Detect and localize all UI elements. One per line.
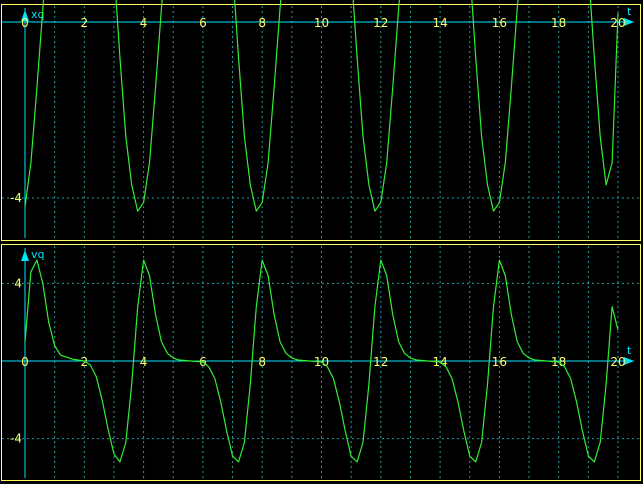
x-tick-label: 4 bbox=[140, 355, 148, 369]
x-tick-label: 10 bbox=[314, 16, 329, 30]
x-tick-label: 12 bbox=[373, 16, 388, 30]
x-axis-label: t bbox=[627, 344, 632, 357]
y-axis-label: vq bbox=[31, 248, 45, 261]
x-tick-label: 8 bbox=[258, 355, 266, 369]
x-tick-label: 18 bbox=[551, 16, 566, 30]
x-tick-label: 16 bbox=[492, 16, 507, 30]
y-tick-label: -4 bbox=[10, 191, 22, 205]
x-tick-label: 0 bbox=[21, 355, 29, 369]
x-tick-label: 0 bbox=[21, 16, 29, 30]
x-tick-label: 6 bbox=[199, 16, 207, 30]
x-tick-label: 20 bbox=[610, 355, 625, 369]
x-tick-label: 4 bbox=[140, 16, 148, 30]
x-tick-label: 16 bbox=[492, 355, 507, 369]
oscilloscope-display: xq t0 2 4 6 8 10 12 14 16 18 20-4vqt0 2 4 6 8 10 12 14 16 18… bbox=[0, 0, 643, 484]
x-tick-label: 2 bbox=[80, 16, 88, 30]
x-tick-label: 14 bbox=[432, 16, 447, 30]
x-axis-label: t bbox=[627, 5, 632, 18]
y-tick-label: 4 bbox=[14, 276, 22, 290]
x-tick-label: 12 bbox=[373, 355, 388, 369]
y-tick-label: -4 bbox=[10, 432, 22, 446]
x-tick-label: 2 bbox=[80, 355, 88, 369]
x-tick-label: 8 bbox=[258, 16, 266, 30]
